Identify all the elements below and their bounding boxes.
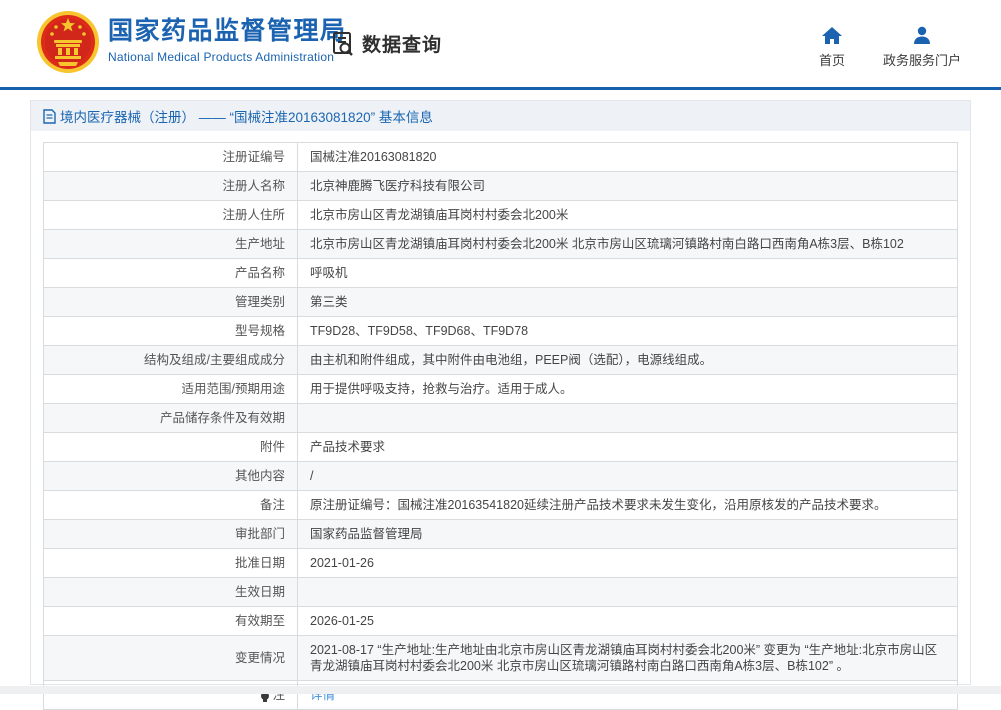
row-label: 注册证编号 xyxy=(44,143,298,172)
nav-item-home[interactable]: 首页 xyxy=(819,26,845,69)
row-label: 有效期至 xyxy=(44,607,298,636)
data-query-label: 数据查询 xyxy=(362,30,442,57)
row-label: 管理类别 xyxy=(44,288,298,317)
row-value: 北京市房山区青龙湖镇庙耳岗村村委会北200米 北京市房山区琉璃河镇路村南白路口西… xyxy=(298,230,958,259)
row-value: 用于提供呼吸支持，抢救与治疗。适用于成人。 xyxy=(298,375,958,404)
row-label: 生效日期 xyxy=(44,578,298,607)
row-label: 备注 xyxy=(44,491,298,520)
content-panel: 境内医疗器械（注册） —— “国械注准20163081820” 基本信息 注册证… xyxy=(30,100,971,685)
table-row: 注册人名称北京神鹿腾飞医疗科技有限公司 xyxy=(44,172,958,201)
table-row: 审批部门国家药品监督管理局 xyxy=(44,520,958,549)
row-value: 2021-08-17 “生产地址:生产地址由北京市房山区青龙湖镇庙耳岗村村委会北… xyxy=(298,636,958,681)
row-label: 批准日期 xyxy=(44,549,298,578)
table-row: 注详情 xyxy=(44,681,958,710)
table-row: 有效期至2026-01-25 xyxy=(44,607,958,636)
row-value: 2026-01-25 xyxy=(298,607,958,636)
row-value: 呼吸机 xyxy=(298,259,958,288)
row-value: 2021-01-26 xyxy=(298,549,958,578)
row-value: 详情 xyxy=(298,681,958,710)
table-row: 管理类别第三类 xyxy=(44,288,958,317)
user-icon xyxy=(912,26,932,45)
row-label: 结构及组成/主要组成成分 xyxy=(44,346,298,375)
row-value: 原注册证编号：国械注准20163541820延续注册产品技术要求未发生变化，沿用… xyxy=(298,491,958,520)
table-row: 结构及组成/主要组成成分由主机和附件组成，其中附件由电池组，PEEP阀（选配），… xyxy=(44,346,958,375)
row-value: 由主机和附件组成，其中附件由电池组，PEEP阀（选配），电源线组成。 xyxy=(298,346,958,375)
row-value xyxy=(298,578,958,607)
row-label: 附件 xyxy=(44,433,298,462)
row-label: 适用范围/预期用途 xyxy=(44,375,298,404)
nav-item-portal[interactable]: 政务服务门户 xyxy=(883,26,961,69)
table-row: 生产地址北京市房山区青龙湖镇庙耳岗村村委会北200米 北京市房山区琉璃河镇路村南… xyxy=(44,230,958,259)
table-row: 型号规格TF9D28、TF9D58、TF9D68、TF9D78 xyxy=(44,317,958,346)
row-label: 其他内容 xyxy=(44,462,298,491)
brand-title-cn: 国家药品监督管理局 xyxy=(108,17,347,45)
site-header: 国家药品监督管理局 National Medical Products Admi… xyxy=(0,0,1001,90)
table-row: 批准日期2021-01-26 xyxy=(44,549,958,578)
row-value: 产品技术要求 xyxy=(298,433,958,462)
home-icon xyxy=(821,26,843,45)
row-value xyxy=(298,404,958,433)
row-value: 第三类 xyxy=(298,288,958,317)
row-label: 型号规格 xyxy=(44,317,298,346)
data-query-nav[interactable]: 数据查询 xyxy=(330,30,442,57)
row-value: / xyxy=(298,462,958,491)
row-label: 生产地址 xyxy=(44,230,298,259)
table-row: 产品名称呼吸机 xyxy=(44,259,958,288)
nav-portal-label: 政务服务门户 xyxy=(883,50,961,69)
row-label: 产品名称 xyxy=(44,259,298,288)
national-emblem-icon xyxy=(36,10,100,74)
document-search-icon xyxy=(330,31,356,57)
document-icon xyxy=(43,109,56,124)
top-nav: 首页 政务服务门户 xyxy=(819,26,961,69)
table-row: 变更情况2021-08-17 “生产地址:生产地址由北京市房山区青龙湖镇庙耳岗村… xyxy=(44,636,958,681)
table-row: 注册人住所北京市房山区青龙湖镇庙耳岗村村委会北200米 xyxy=(44,201,958,230)
row-label: 注册人名称 xyxy=(44,172,298,201)
table-row: 注册证编号国械注准20163081820 xyxy=(44,143,958,172)
table-row: 附件产品技术要求 xyxy=(44,433,958,462)
page-title: 境内医疗器械（注册） —— “国械注准20163081820” 基本信息 xyxy=(60,106,433,126)
row-value: 北京神鹿腾飞医疗科技有限公司 xyxy=(298,172,958,201)
row-label: 产品储存条件及有效期 xyxy=(44,404,298,433)
row-label: 注 xyxy=(44,681,298,710)
page-title-bar: 境内医疗器械（注册） —— “国械注准20163081820” 基本信息 xyxy=(31,101,970,131)
brand-title-en: National Medical Products Administration xyxy=(108,50,347,64)
table-row: 产品储存条件及有效期 xyxy=(44,404,958,433)
table-row: 适用范围/预期用途用于提供呼吸支持，抢救与治疗。适用于成人。 xyxy=(44,375,958,404)
row-label: 审批部门 xyxy=(44,520,298,549)
row-value: 国械注准20163081820 xyxy=(298,143,958,172)
info-table-body: 注册证编号国械注准20163081820注册人名称北京神鹿腾飞医疗科技有限公司注… xyxy=(44,143,958,710)
row-value: 国家药品监督管理局 xyxy=(298,520,958,549)
table-row: 其他内容/ xyxy=(44,462,958,491)
nmpa-logo[interactable] xyxy=(36,10,100,74)
table-row: 备注原注册证编号：国械注准20163541820延续注册产品技术要求未发生变化，… xyxy=(44,491,958,520)
registration-info-table: 注册证编号国械注准20163081820注册人名称北京神鹿腾飞医疗科技有限公司注… xyxy=(43,142,958,710)
row-label: 变更情况 xyxy=(44,636,298,681)
table-row: 生效日期 xyxy=(44,578,958,607)
row-value: 北京市房山区青龙湖镇庙耳岗村村委会北200米 xyxy=(298,201,958,230)
row-value: TF9D28、TF9D58、TF9D68、TF9D78 xyxy=(298,317,958,346)
footer-strip xyxy=(0,686,1001,694)
row-label: 注册人住所 xyxy=(44,201,298,230)
brand-titles[interactable]: 国家药品监督管理局 National Medical Products Admi… xyxy=(108,17,347,64)
nav-home-label: 首页 xyxy=(819,50,845,69)
